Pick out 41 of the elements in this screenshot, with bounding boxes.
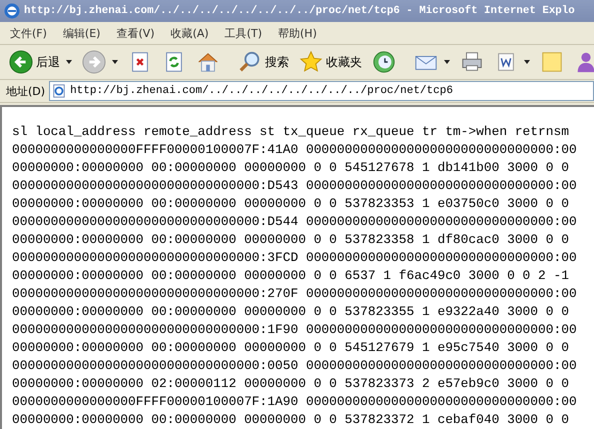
caret-icon [524,60,530,64]
text-line: 00000000:00000000 00:00000000 00000000 0 0 6537 1 f6ac49c0 3000 0 0 2 -1 [12,267,570,285]
text-line: 00000000000000000000000000000000:3FCD 00000000000000000000000000000000:00 [12,249,578,267]
menu-item[interactable]: 文件(F) [10,26,47,40]
text-line: 00000000:00000000 00:00000000 00000000 0 0 537823358 1 df80cac0 3000 0 0 [12,231,570,249]
address-field[interactable]: http://bj.zhenai.com/../../../../../../../../proc/net/tcp6 [49,81,594,101]
toolbar-button[interactable]: 收藏夹 [296,48,365,76]
text-line: 0000000000000000FFFF00000100007F:41A0 00000000000000000000000000000000:00 [12,141,578,159]
text-line: sl local_address remote_address st tx_queue rx_queue tr tm->when retrnsm [12,123,570,141]
arrow-left-icon [9,50,33,74]
search-icon [238,50,262,74]
menu-item[interactable]: 帮助(H) [278,26,317,40]
text-line: 00000000000000000000000000000000:270F 00000000000000000000000000000000:00 [12,285,578,303]
text-line: 00000000:00000000 00:00000000 00000000 0 0 537823355 1 e9322a40 3000 0 0 [12,303,570,321]
text-line: 00000000000000000000000000000000:D543 00000000000000000000000000000000:00 [12,177,578,195]
printer-icon [460,50,484,74]
text-line: 00000000000000000000000000000000:D544 00000000000000000000000000000000:00 [12,213,578,231]
menu-item[interactable]: 编辑(E) [62,26,100,40]
caret-icon [112,60,118,64]
toolbar-button[interactable]: 后退 [6,48,75,76]
text-line: 0000000000000000FFFF00000100007F:1A90 00000000000000000000000000000000:00 [12,393,578,411]
menu-item[interactable]: 工具(T) [224,26,262,40]
text-line: 00000000:00000000 00:00000000 00000000 0 0 545127678 1 db141b00 3000 0 0 [12,159,570,177]
toolbar-button[interactable]: 搜索 [235,48,292,76]
clock-icon [372,50,396,74]
menu-item[interactable]: 查看(V) [116,26,155,40]
text-line: 00000000:00000000 00:00000000 00000000 0 0 537823372 1 cebaf040 3000 0 0 [12,411,570,429]
star-icon [299,50,323,74]
text-line: 00000000000000000000000000000000:1F90 00000000000000000000000000000000:00 [12,321,578,339]
address-label: 地址(D) [6,84,46,98]
menu-item[interactable]: 收藏(A) [170,26,209,40]
window-title: http://bj.zhenai.com/../../../../../../../../proc/net/tcp6 - Microsoft Internet Explo [24,5,575,17]
text-line: 00000000:00000000 02:00000112 00000000 0 0 537823373 2 e57eb9c0 3000 0 0 [12,375,570,393]
page-icon [52,84,66,98]
sticky-note-icon [540,50,564,74]
caret-icon [444,60,450,64]
text-line: 00000000:00000000 00:00000000 00000000 0 0 537823353 1 e03750c0 3000 0 0 [12,195,570,213]
caret-icon [66,60,72,64]
arrow-right-icon [82,50,106,74]
text-line: 00000000000000000000000000000000:0050 00000000000000000000000000000000:00 [12,357,578,375]
text-line: 00000000:00000000 00:00000000 00000000 0 0 545127679 1 e95c7540 3000 0 0 [12,339,570,357]
